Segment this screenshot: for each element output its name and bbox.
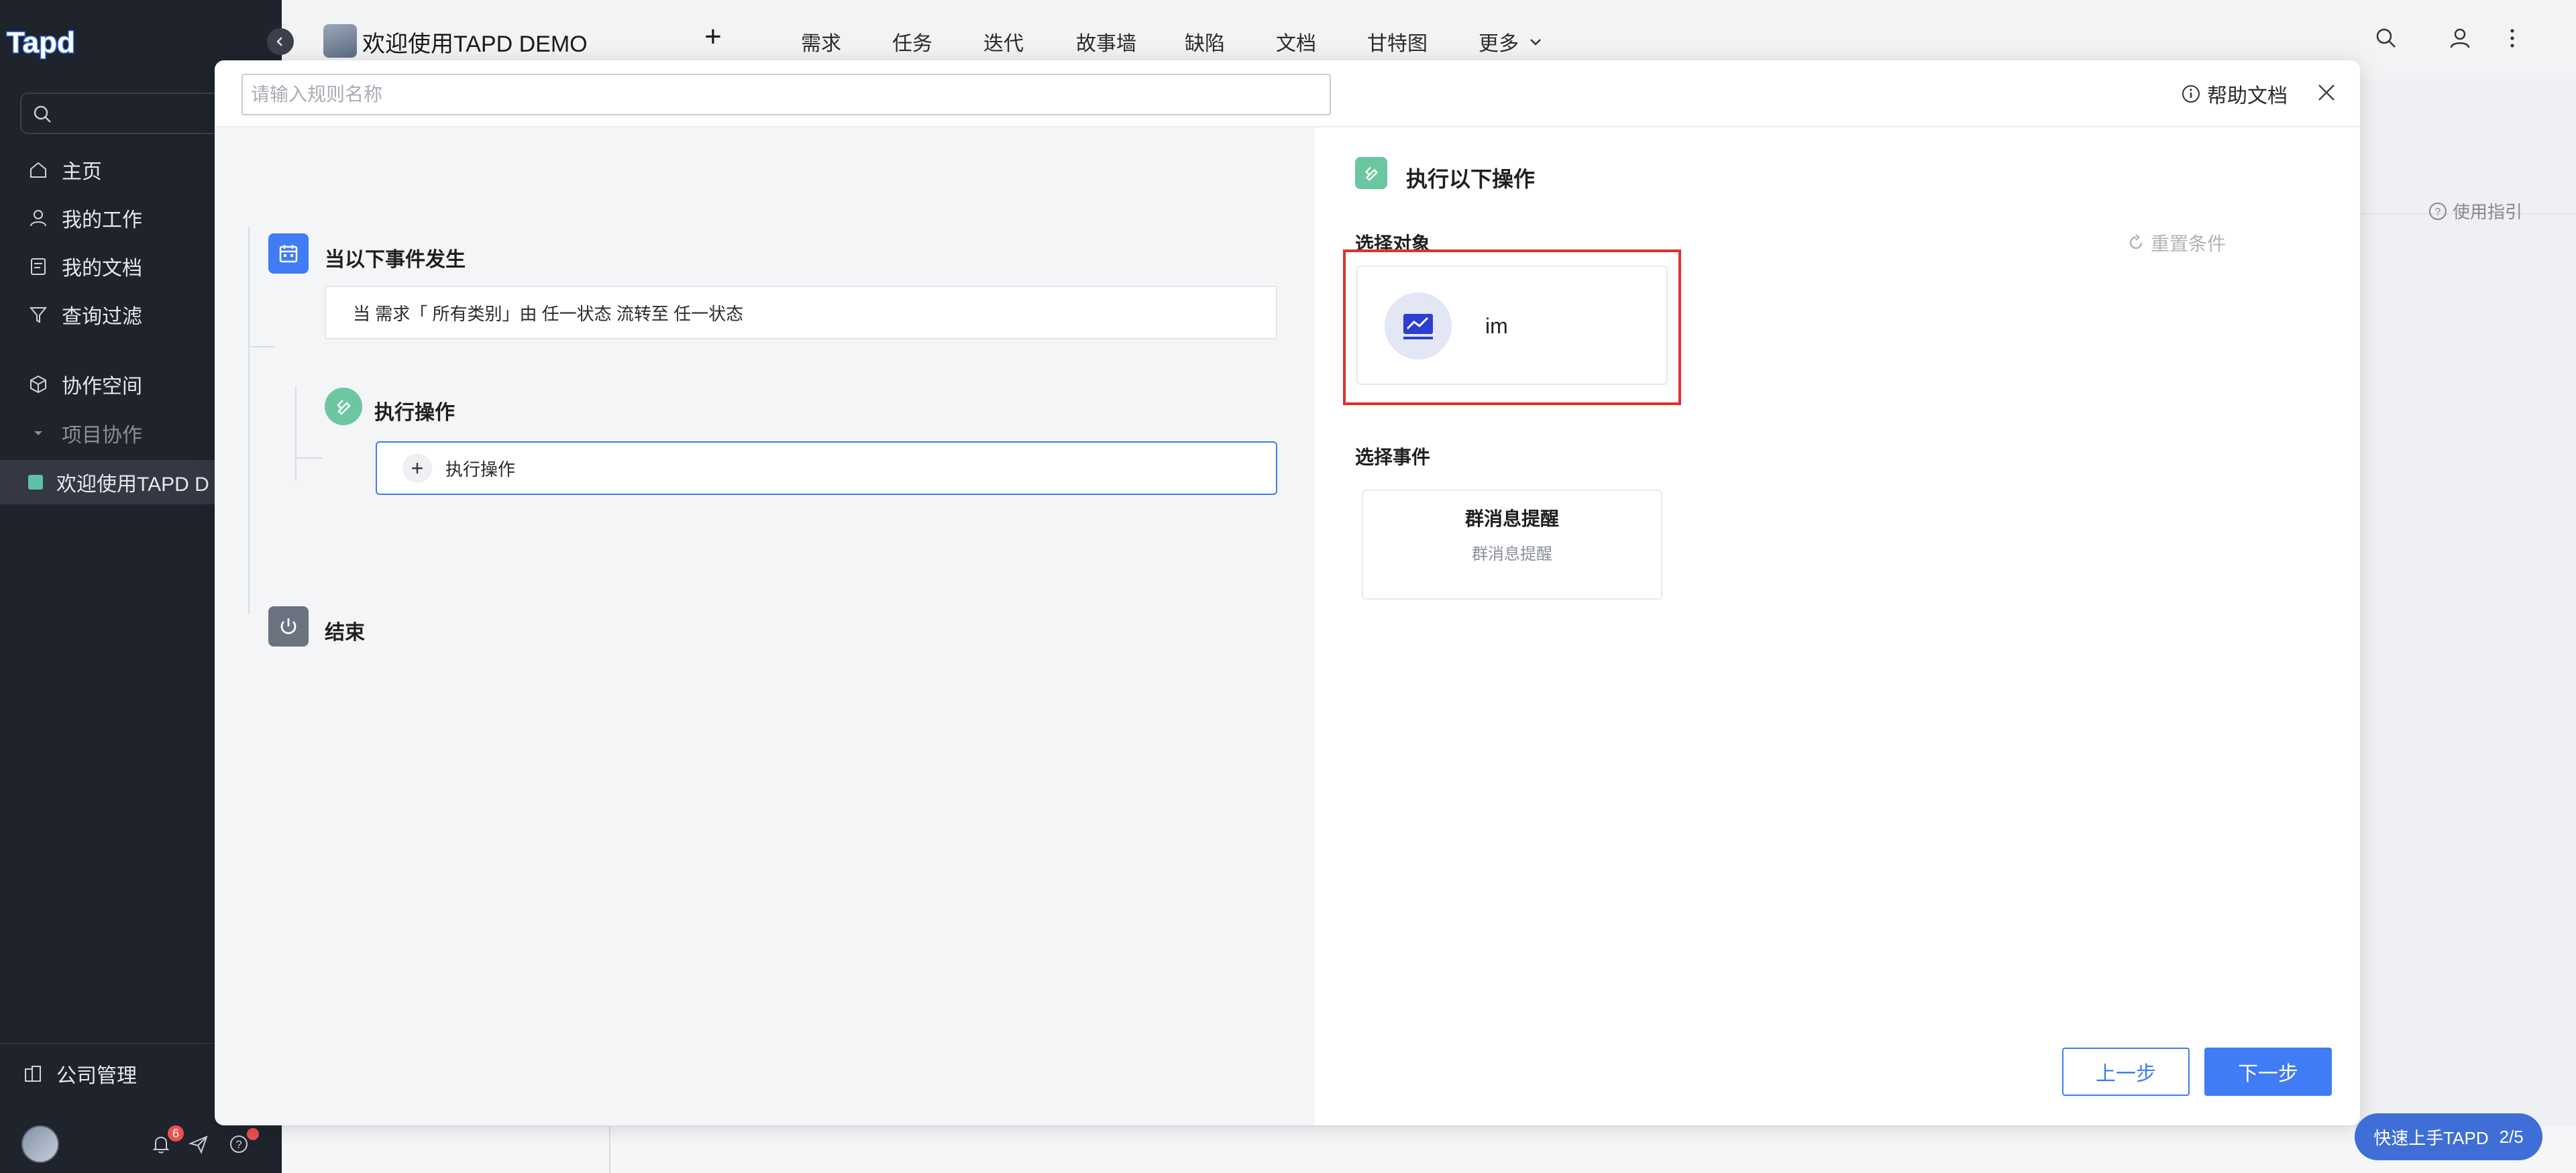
reset-conditions-button[interactable]: 重置条件 (2127, 229, 2226, 256)
tab-requirements[interactable]: 需求 (801, 27, 841, 56)
object-name: im (1485, 314, 1508, 338)
tab-docs[interactable]: 文档 (1276, 27, 1316, 56)
sidebar-item-label: 欢迎使用TAPD D (56, 473, 209, 496)
modal-header: 帮助文档 (215, 60, 2360, 127)
project-color-dot (28, 475, 43, 490)
usage-guide-label: 使用指引 (2453, 202, 2523, 222)
action-step-icon (325, 388, 362, 425)
tab-gantt[interactable]: 甘特图 (1367, 27, 1428, 56)
event-title: 群消息提醒 (1464, 508, 1559, 529)
refresh-icon (2129, 234, 2143, 249)
chevron-left-icon (276, 37, 282, 46)
tab-tasks[interactable]: 任务 (892, 27, 932, 56)
close-icon[interactable] (2314, 80, 2339, 105)
quick-start-progress: 2/5 (2499, 1126, 2524, 1147)
sidebar-item-label: 我的文档 (62, 258, 142, 280)
cube-icon (30, 375, 46, 394)
flow-connector (295, 457, 322, 459)
action-config-icon (1355, 157, 1387, 189)
chevron-down-icon (1530, 39, 1541, 46)
home-icon (30, 162, 46, 178)
sidebar-item-label: 我的工作 (62, 209, 142, 231)
sidebar-item-label: 公司管理 (56, 1065, 137, 1087)
sidebar-item-label: 查询过滤 (62, 306, 142, 328)
search-icon[interactable] (2375, 27, 2398, 50)
search-icon (34, 105, 51, 123)
tab-more-label: 更多 (1479, 33, 1519, 55)
sidebar-item-label: 协作空间 (62, 376, 142, 398)
rule-name-input[interactable] (241, 74, 1331, 115)
send-icon[interactable] (188, 1133, 209, 1155)
user-icon[interactable] (2449, 27, 2471, 50)
caret-down-icon (34, 431, 42, 435)
background-footer (282, 1127, 2576, 1173)
user-icon (30, 210, 46, 227)
quick-start-button[interactable]: 快速上手TAPD 2/5 (2355, 1113, 2542, 1160)
action-title: 执行操作 (374, 402, 455, 424)
help-doc-label: 帮助文档 (2207, 85, 2288, 107)
flow-connector (248, 346, 275, 347)
flow-connector (295, 386, 297, 480)
chat-app-icon (1385, 292, 1452, 359)
tab-story-wall[interactable]: 故事墙 (1076, 27, 1136, 56)
end-title: 结束 (325, 622, 365, 644)
calendar-icon (268, 233, 309, 274)
trigger-title: 当以下事件发生 (325, 249, 466, 271)
add-action-button[interactable]: + 执行操作 (376, 441, 1277, 495)
add-action-label: 执行操作 (445, 459, 516, 480)
notification-badge: 6 (168, 1125, 184, 1141)
event-card-group-message[interactable]: 群消息提醒 群消息提醒 (1362, 490, 1662, 600)
help-circle-icon[interactable]: ? (228, 1133, 250, 1155)
svg-text:?: ? (2435, 207, 2441, 218)
more-vertical-icon[interactable] (2506, 27, 2519, 50)
sidebar-group-label: 项目协作 (62, 425, 142, 447)
help-badge (247, 1128, 259, 1140)
action-config-panel: 执行以下操作 选择对象 重置条件 im 选择事件 群消息提醒 群消息提醒 上一步… (1315, 127, 2360, 1125)
help-circle-icon: ? (2429, 202, 2447, 220)
reset-label: 重置条件 (2151, 233, 2226, 254)
power-icon (268, 606, 309, 647)
automation-rule-modal: 帮助文档 当以下事件发生 当 需求「 所有类别」由 任一状态 流转至 任一状态 … (215, 60, 2360, 1125)
logo-text: Tapd (7, 26, 75, 59)
previous-step-button[interactable]: 上一步 (2062, 1048, 2190, 1096)
next-step-button[interactable]: 下一步 (2204, 1048, 2332, 1096)
sidebar-item-label: 主页 (62, 161, 102, 183)
plus-icon: + (402, 453, 432, 483)
document-icon (31, 258, 46, 275)
project-title[interactable]: 欢迎使用TAPD DEMO (362, 25, 588, 58)
sidebar-collapse-button[interactable] (267, 28, 294, 55)
info-icon (2182, 85, 2200, 103)
avatar[interactable] (21, 1125, 59, 1163)
select-event-label: 选择事件 (1355, 447, 1431, 467)
help-doc-link[interactable]: 帮助文档 (2182, 79, 2288, 109)
object-card-im[interactable]: im (1356, 266, 1668, 385)
tab-bugs[interactable]: 缺陷 (1185, 27, 1225, 56)
flow-connector (248, 227, 250, 614)
add-button[interactable]: + (704, 20, 722, 54)
building-icon (25, 1066, 41, 1082)
tab-more[interactable]: 更多 (1479, 27, 1543, 56)
usage-guide-link[interactable]: ? 使用指引 (2428, 199, 2522, 223)
filter-icon (29, 307, 48, 323)
trigger-condition[interactable]: 当 需求「 所有类别」由 任一状态 流转至 任一状态 (325, 286, 1277, 339)
svg-text:?: ? (235, 1138, 241, 1151)
event-description: 群消息提醒 (1472, 545, 1552, 563)
tapd-logo: Tapd (6, 25, 76, 60)
quick-start-label: 快速上手TAPD (2373, 1127, 2489, 1148)
project-icon (323, 24, 357, 58)
flow-panel: 当以下事件发生 当 需求「 所有类别」由 任一状态 流转至 任一状态 执行操作 … (215, 127, 1315, 1125)
sidebar-search[interactable] (20, 93, 241, 134)
tab-iterations[interactable]: 迭代 (983, 27, 1024, 56)
background-divider-vertical (609, 1127, 610, 1173)
action-config-title: 执行以下操作 (1406, 167, 1536, 191)
